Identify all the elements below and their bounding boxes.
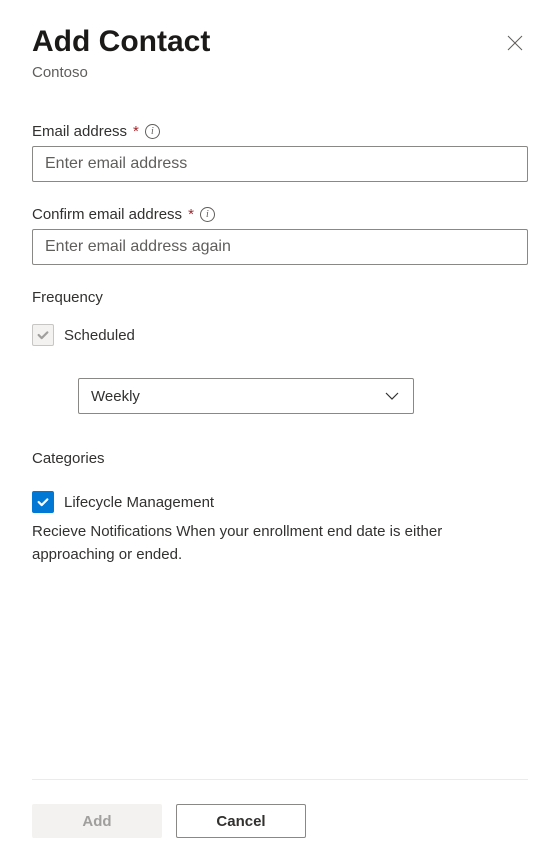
lifecycle-checkbox-row: Lifecycle Management — [32, 491, 528, 513]
frequency-select-value: Weekly — [91, 388, 140, 405]
required-marker: * — [133, 123, 139, 140]
panel-footer: Add Cancel — [32, 779, 528, 862]
frequency-select-row: Weekly — [78, 378, 528, 414]
email-input[interactable] — [32, 146, 528, 182]
categories-section: Categories Lifecycle Management Recieve … — [32, 450, 528, 566]
lifecycle-description: Recieve Notifications When your enrollme… — [32, 521, 528, 566]
email-label: Email address — [32, 123, 127, 140]
page-title: Add Contact — [32, 24, 210, 60]
confirm-email-label-row: Confirm email address * i — [32, 206, 528, 223]
check-icon — [36, 328, 50, 342]
page-subtitle: Contoso — [32, 64, 528, 81]
close-icon — [506, 34, 524, 52]
email-field-group: Email address * i — [32, 123, 528, 182]
chevron-down-icon — [383, 387, 401, 405]
close-button[interactable] — [502, 30, 528, 60]
frequency-section: Frequency Scheduled Weekly — [32, 289, 528, 414]
confirm-email-input[interactable] — [32, 229, 528, 265]
categories-label: Categories — [32, 450, 528, 467]
info-icon[interactable]: i — [145, 124, 160, 139]
check-icon — [36, 495, 50, 509]
required-marker: * — [188, 206, 194, 223]
frequency-select[interactable]: Weekly — [78, 378, 414, 414]
panel-content: Add Contact Contoso Email address * i Co… — [32, 24, 528, 779]
confirm-email-label: Confirm email address — [32, 206, 182, 223]
add-button[interactable]: Add — [32, 804, 162, 838]
cancel-button[interactable]: Cancel — [176, 804, 306, 838]
info-icon[interactable]: i — [200, 207, 215, 222]
panel-header: Add Contact — [32, 24, 528, 60]
email-label-row: Email address * i — [32, 123, 528, 140]
scheduled-checkbox-row: Scheduled — [32, 324, 528, 346]
add-contact-panel: Add Contact Contoso Email address * i Co… — [0, 0, 560, 862]
lifecycle-label: Lifecycle Management — [64, 494, 214, 511]
confirm-email-field-group: Confirm email address * i — [32, 206, 528, 265]
scheduled-label: Scheduled — [64, 327, 135, 344]
frequency-label: Frequency — [32, 289, 528, 306]
lifecycle-checkbox[interactable] — [32, 491, 54, 513]
scheduled-checkbox — [32, 324, 54, 346]
